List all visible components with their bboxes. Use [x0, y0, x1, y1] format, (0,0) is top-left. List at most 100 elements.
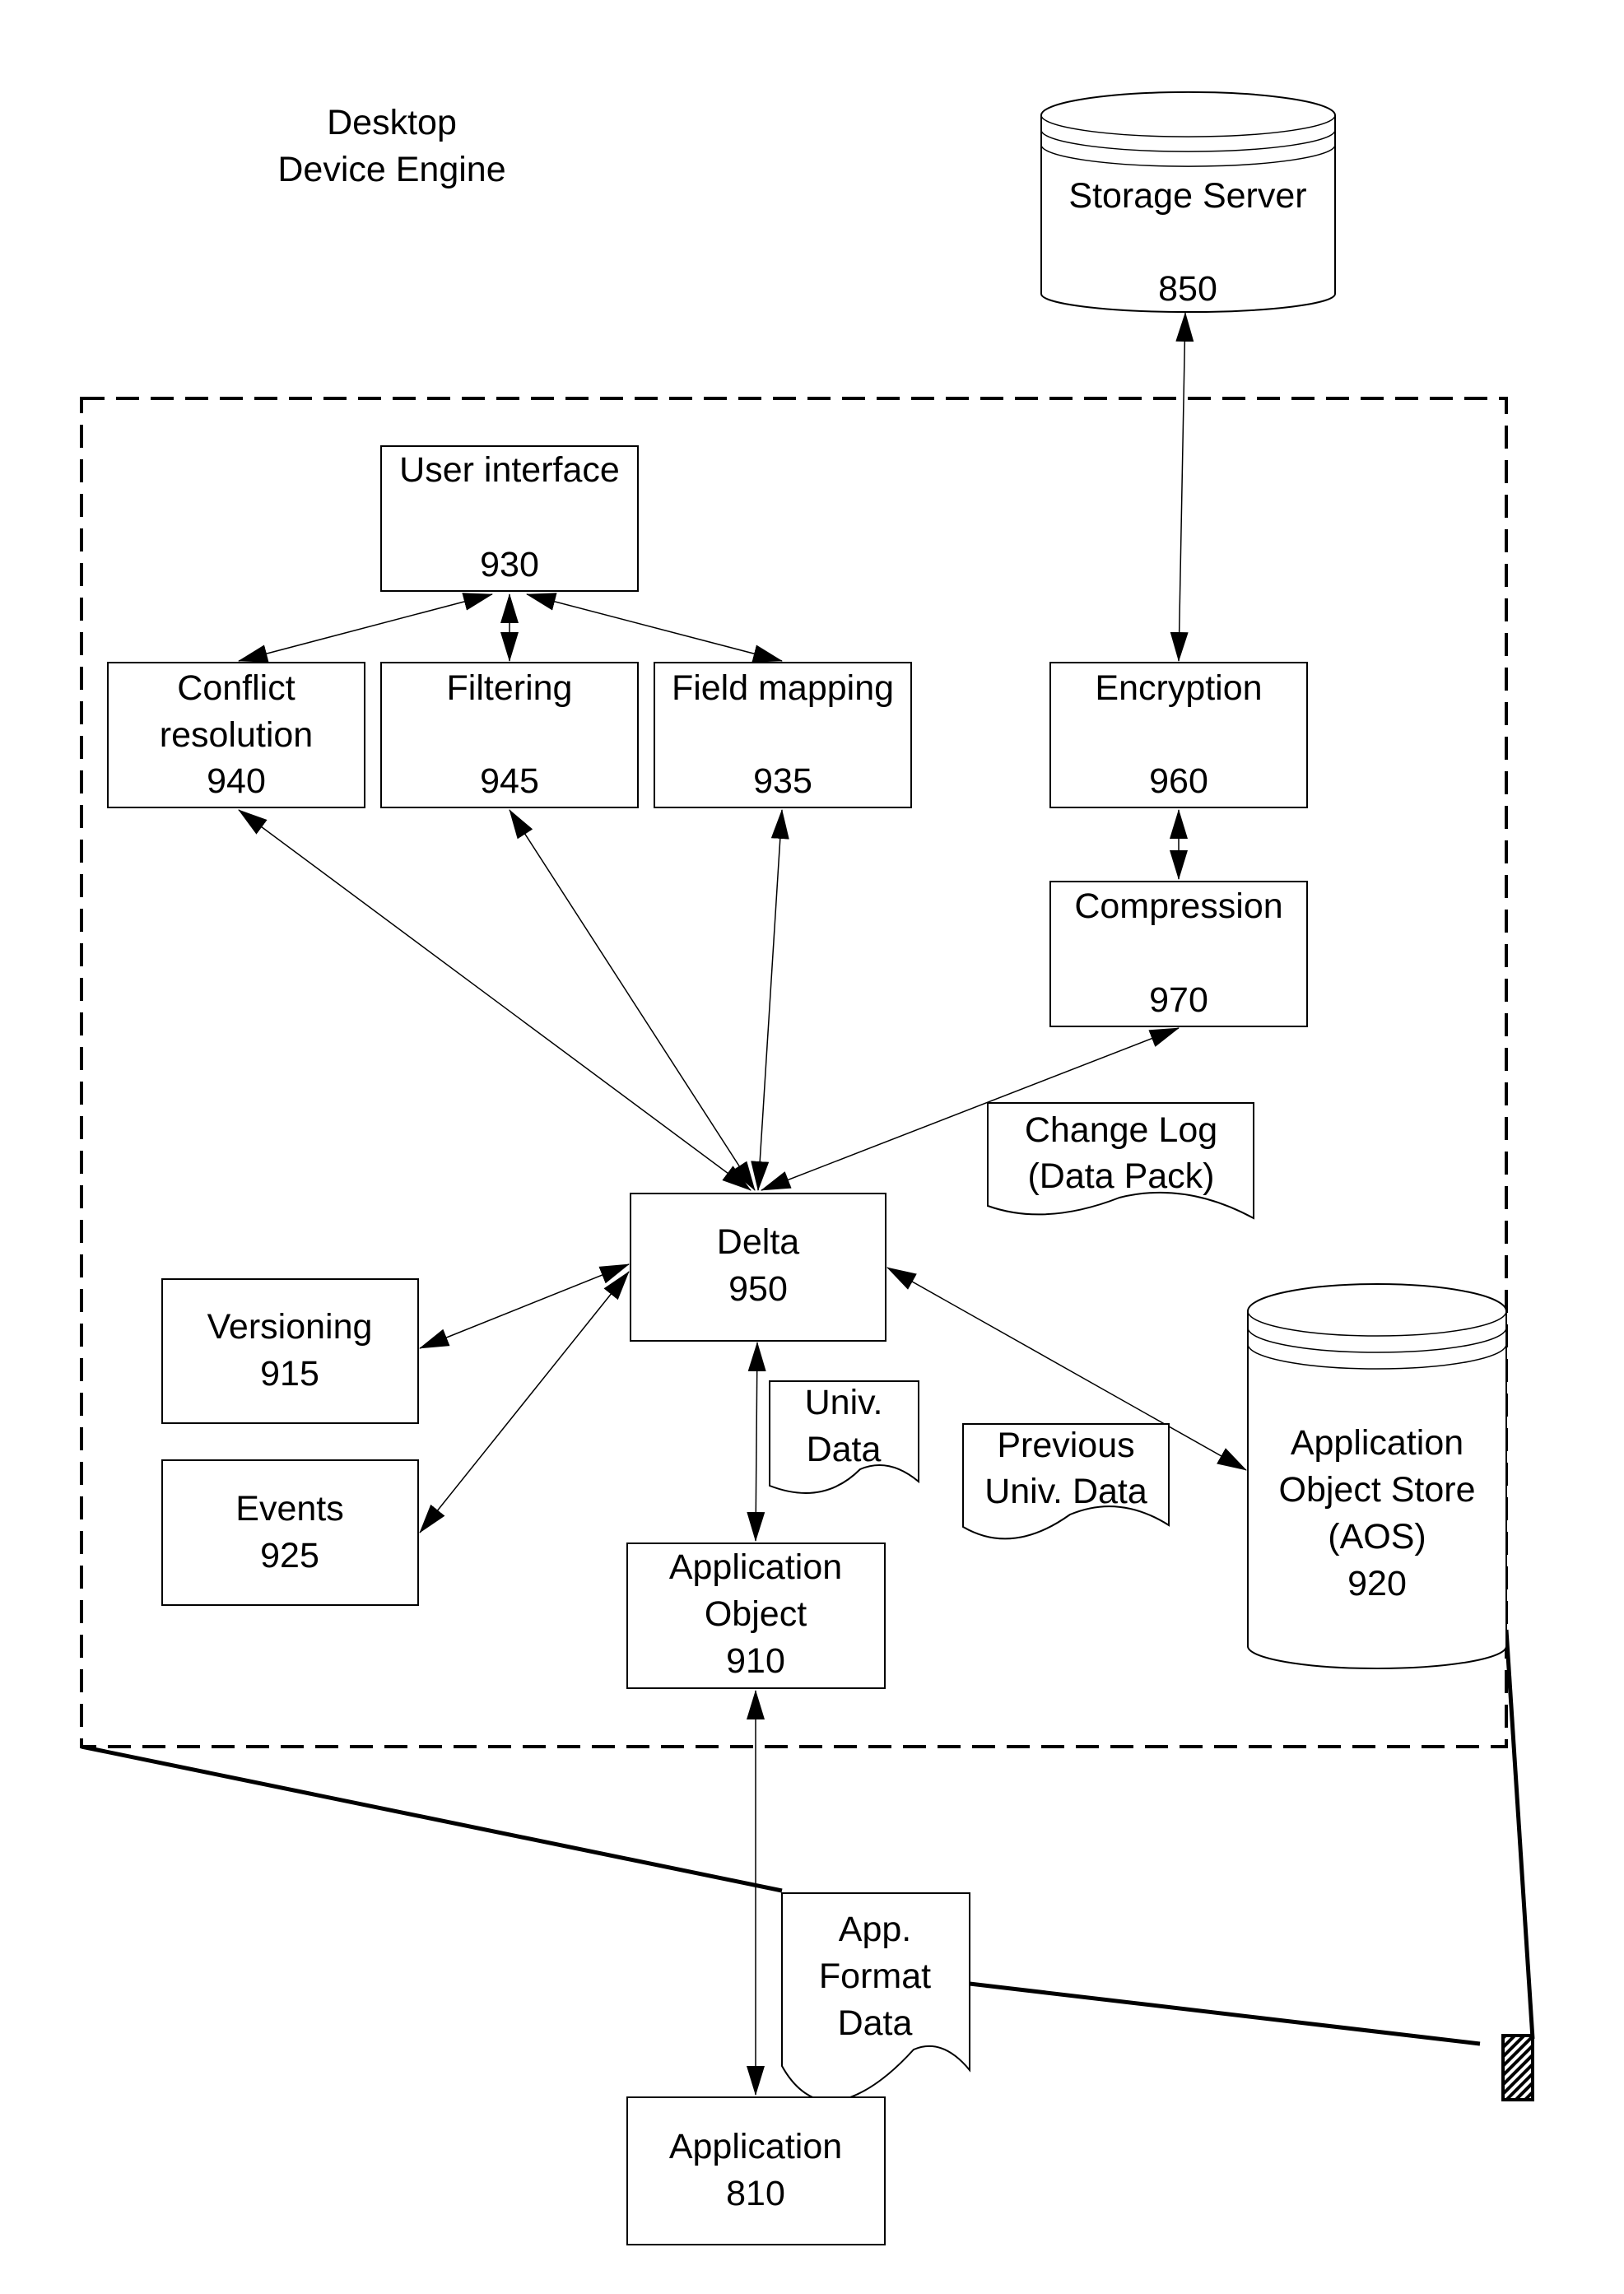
edge-ui-conflict: [238, 593, 493, 663]
node-label: Delta: [717, 1222, 799, 1262]
node-label: Compression: [1074, 886, 1282, 926]
doc-label-2: Format: [819, 1957, 931, 1996]
doc-label: Previous: [997, 1426, 1134, 1465]
svg-text:Application: Application: [669, 1547, 842, 1587]
edge-ui-fieldmapping: [526, 593, 783, 663]
svg-text:920: 920: [1347, 1564, 1407, 1603]
svg-text:Data: Data: [838, 2003, 913, 2043]
node-label-2: Object Store: [1279, 1470, 1476, 1510]
svg-text:Previous: Previous: [997, 1426, 1134, 1465]
node-id: 810: [726, 2174, 785, 2213]
node-id: 930: [480, 545, 539, 584]
desktop-device-engine-diagram: Desktop Device Engine Storage Server 850: [80, 91, 1535, 2245]
svg-text:Field mapping: Field mapping: [672, 668, 894, 708]
svg-text:Conflict: Conflict: [177, 668, 295, 708]
node-id: 925: [260, 1536, 319, 1575]
node-id: 910: [726, 1641, 785, 1681]
node-label: Conflict: [177, 668, 295, 708]
svg-text:Object: Object: [705, 1594, 807, 1634]
svg-text:Univ.: Univ.: [805, 1383, 883, 1422]
node-compression[interactable]: Compression 970: [1049, 881, 1308, 1027]
edge-delta-versioning: [419, 1263, 630, 1349]
svg-text:Filtering: Filtering: [447, 668, 573, 708]
svg-text:Change Log: Change Log: [1025, 1110, 1217, 1150]
node-label-2: Object: [705, 1594, 807, 1634]
svg-text:910: 910: [726, 1641, 785, 1681]
node-label: Events: [235, 1489, 343, 1529]
svg-text:(Data Pack): (Data Pack): [1027, 1156, 1214, 1196]
svg-text:User interface: User interface: [399, 450, 620, 490]
node-id: 950: [728, 1269, 788, 1309]
svg-text:Delta: Delta: [717, 1222, 799, 1262]
svg-text:940: 940: [207, 761, 266, 801]
node-label: Application: [1291, 1423, 1463, 1463]
svg-text:Application: Application: [669, 2127, 842, 2166]
svg-text:960: 960: [1149, 761, 1208, 801]
node-aos[interactable]: Application Object Store (AOS) 920: [1247, 1283, 1507, 1669]
node-label-2: resolution: [160, 715, 313, 755]
svg-text:Encryption: Encryption: [1095, 668, 1262, 708]
doc-label: Change Log: [1025, 1110, 1217, 1150]
node-storage-server[interactable]: Storage Server 850: [1040, 91, 1336, 314]
svg-text:Events: Events: [235, 1489, 343, 1529]
svg-text:850: 850: [1158, 269, 1217, 309]
doc-label-2: Data: [807, 1430, 882, 1469]
node-label: Encryption: [1095, 668, 1262, 708]
node-encryption[interactable]: Encryption 960: [1049, 662, 1308, 808]
svg-text:970: 970: [1149, 980, 1208, 1020]
node-label: Field mapping: [672, 668, 894, 708]
node-user-interface[interactable]: User interface 930: [380, 445, 639, 592]
svg-text:810: 810: [726, 2174, 785, 2213]
edge-delta-events: [419, 1271, 630, 1533]
node-id: 970: [1149, 980, 1208, 1020]
node-application[interactable]: Application 810: [626, 2096, 886, 2245]
node-label: Filtering: [447, 668, 573, 708]
svg-text:Versioning: Versioning: [207, 1307, 373, 1347]
svg-text:930: 930: [480, 545, 539, 584]
node-label: Application: [669, 2127, 842, 2166]
perspective-line-right: [1504, 1629, 1535, 2040]
doc-app-format-data[interactable]: App. Format Data: [781, 1892, 970, 2103]
node-id: 850: [1158, 269, 1217, 309]
svg-text:Application: Application: [1291, 1423, 1463, 1463]
svg-text:Storage Server: Storage Server: [1068, 176, 1306, 216]
svg-text:945: 945: [480, 761, 539, 801]
doc-change-log[interactable]: Change Log (Data Pack): [987, 1102, 1254, 1220]
edge-storage-encryption: [1170, 312, 1194, 662]
diagram-subtitle: Device Engine: [277, 150, 505, 189]
doc-previous-univ-data[interactable]: Previous Univ. Data: [962, 1423, 1170, 1540]
svg-text:App.: App.: [839, 1910, 911, 1949]
device-icon: [1501, 2034, 1534, 2101]
doc-label-2: (Data Pack): [1027, 1156, 1214, 1196]
node-id: 960: [1149, 761, 1208, 801]
node-label: User interface: [399, 450, 620, 490]
svg-text:Object Store: Object Store: [1279, 1470, 1476, 1510]
node-field-mapping[interactable]: Field mapping 935: [654, 662, 912, 808]
diagram-title: Desktop: [327, 103, 457, 142]
node-versioning[interactable]: Versioning 915: [161, 1278, 419, 1424]
doc-label: Univ.: [805, 1383, 883, 1422]
node-label: Versioning: [207, 1307, 373, 1347]
svg-text:(AOS): (AOS): [1328, 1517, 1426, 1556]
edge-conflict-delta: [238, 809, 752, 1191]
svg-text:Format: Format: [819, 1957, 931, 1996]
perspective-line-left: [81, 1744, 783, 1893]
svg-text:resolution: resolution: [160, 715, 313, 755]
node-delta[interactable]: Delta 950: [630, 1193, 886, 1342]
edge-delta-appobject: [747, 1342, 766, 1542]
node-label-3: (AOS): [1328, 1517, 1426, 1556]
svg-text:935: 935: [753, 761, 812, 801]
svg-text:915: 915: [260, 1354, 319, 1394]
node-events[interactable]: Events 925: [161, 1459, 419, 1606]
doc-label-3: Data: [838, 2003, 913, 2043]
node-id: 945: [480, 761, 539, 801]
doc-label-2: Univ. Data: [984, 1472, 1147, 1511]
node-label: Storage Server: [1068, 176, 1306, 216]
doc-univ-data[interactable]: Univ. Data: [769, 1380, 919, 1494]
svg-text:950: 950: [728, 1269, 788, 1309]
node-id: 915: [260, 1354, 319, 1394]
node-conflict-resolution[interactable]: Conflict resolution 940: [107, 662, 365, 808]
node-filtering[interactable]: Filtering 945: [380, 662, 639, 808]
svg-text:Data: Data: [807, 1430, 882, 1469]
node-application-object[interactable]: Application Object 910: [626, 1543, 886, 1689]
